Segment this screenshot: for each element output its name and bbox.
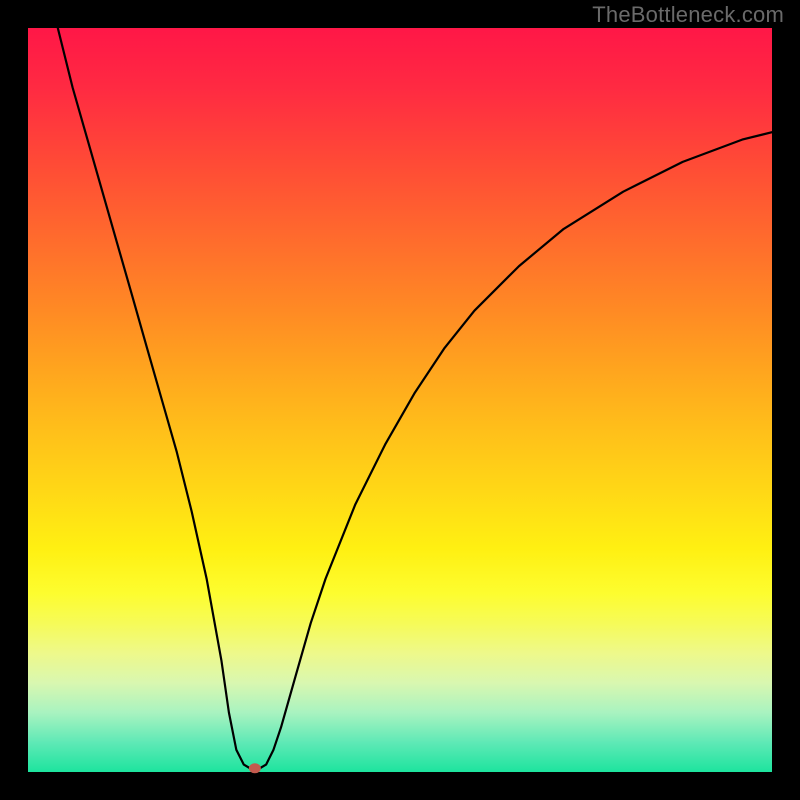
bottleneck-curve xyxy=(58,28,772,769)
chart-frame: TheBottleneck.com xyxy=(0,0,800,800)
plot-area xyxy=(28,28,772,772)
curve-layer xyxy=(28,28,772,772)
watermark-text: TheBottleneck.com xyxy=(592,2,784,28)
optimum-marker xyxy=(249,763,261,773)
